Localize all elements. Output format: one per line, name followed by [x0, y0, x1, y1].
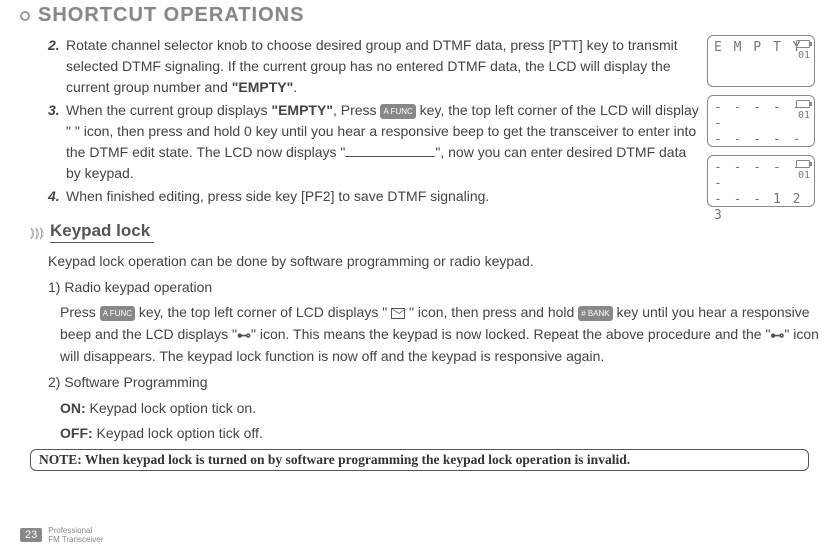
blank-line: [345, 145, 435, 157]
off-line: OFF: Keypad lock option tick off.: [48, 423, 819, 445]
subhead-1: 1) Radio keypad operation: [48, 277, 819, 299]
battery-icon: [796, 40, 810, 48]
func-key-icon: A FUNC: [380, 104, 415, 119]
battery-icon: [796, 100, 810, 108]
on-line: ON: Keypad lock option tick on.: [48, 398, 819, 420]
step-4: 4. When finished editing, press side key…: [48, 186, 699, 207]
step-text: When finished editing, press side key [P…: [66, 186, 489, 207]
subhead-2: 2) Software Programming: [48, 372, 819, 394]
bank-key-icon: # BANK: [578, 306, 612, 321]
main-content: 2. Rotate channel selector knob to choos…: [0, 33, 839, 215]
func-key-icon: A FUNC: [100, 306, 135, 321]
note-box: NOTE: When keypad lock is turned on by s…: [30, 449, 809, 471]
lcd-number: 01: [798, 110, 810, 121]
lcd-number: 01: [798, 50, 810, 61]
lock-icon: ⊷: [770, 325, 784, 347]
step-text: Rotate channel selector knob to choose d…: [66, 35, 699, 98]
page-title: SHORTCUT OPERATIONS: [38, 4, 304, 27]
lcd-line: - - - - - -: [714, 160, 808, 192]
step-text: When the current group displays "EMPTY",…: [66, 100, 699, 184]
paragraph-1: Press A FUNC key, the top left corner of…: [48, 302, 819, 368]
lcd-line: - - - - - -: [714, 100, 808, 132]
bullet-icon: [20, 11, 30, 21]
lcd-number: 01: [798, 170, 810, 181]
keypad-lock-body: Keypad lock operation can be done by sof…: [0, 247, 839, 445]
intro-text: Keypad lock operation can be done by sof…: [48, 251, 819, 273]
lcd-screens: E M P T Y 01 - - - - - - - - - - - - 01 …: [699, 35, 819, 215]
lcd-empty: E M P T Y 01: [707, 35, 815, 87]
step-number: 4.: [48, 186, 66, 207]
section-title: Keypad lock: [50, 221, 154, 243]
lock-icon: ⊷: [237, 325, 251, 347]
page-footer: 23 Professional FM Transceiver: [20, 526, 103, 544]
lcd-entry: - - - - - - - - - 1 2 3 01: [707, 155, 815, 207]
step-number: 3.: [48, 100, 66, 184]
battery-icon: [796, 160, 810, 168]
instruction-steps: 2. Rotate channel selector knob to choos…: [48, 35, 699, 215]
footer-text: Professional FM Transceiver: [48, 526, 103, 544]
lcd-line: - - - 1 2 3: [714, 192, 808, 224]
step-number: 2.: [48, 35, 66, 98]
antenna-icon: ⦅⦅⦅: [30, 224, 44, 241]
page-number: 23: [20, 528, 42, 542]
lcd-line: E M P T Y: [714, 40, 808, 56]
section-header: SHORTCUT OPERATIONS: [0, 0, 839, 33]
mail-icon: [391, 308, 405, 319]
step-2: 2. Rotate channel selector knob to choos…: [48, 35, 699, 98]
step-3: 3. When the current group displays "EMPT…: [48, 100, 699, 184]
lcd-dashes: - - - - - - - - - - - - 01: [707, 95, 815, 147]
